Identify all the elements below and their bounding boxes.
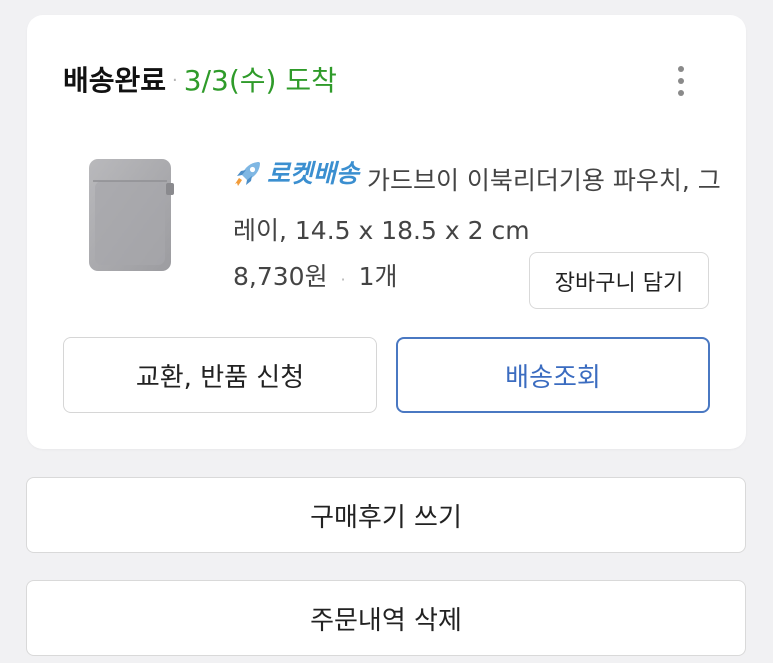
more-vertical-icon[interactable] <box>667 61 695 101</box>
status-separator: · <box>172 70 178 91</box>
product-thumbnail[interactable] <box>79 153 179 273</box>
rocket-delivery-label: 로켓배송 <box>267 159 360 188</box>
product-title[interactable]: 로켓배송 가드브이 이북리더기용 파우치, 그레이, 14.5 x 18.5 x… <box>233 149 723 256</box>
rocket-delivery-badge: 로켓배송 <box>233 149 359 199</box>
product-quantity: 1개 <box>358 262 398 291</box>
price-quantity: 8,730원 · 1개 <box>233 259 397 298</box>
arrival-date: 3/3(수) 도착 <box>183 64 337 97</box>
exchange-return-button[interactable]: 교환, 반품 신청 <box>63 337 377 413</box>
product-price: 8,730원 <box>233 262 328 291</box>
price-separator: · <box>340 270 346 289</box>
write-review-button[interactable]: 구매후기 쓰기 <box>26 477 746 553</box>
delivery-status-label: 배송완료 <box>63 64 167 97</box>
delete-order-button[interactable]: 주문내역 삭제 <box>26 580 746 656</box>
rocket-icon <box>235 162 260 186</box>
add-to-cart-button[interactable]: 장바구니 담기 <box>529 252 709 309</box>
track-delivery-button[interactable]: 배송조회 <box>396 337 710 413</box>
delivery-status: 배송완료 · 3/3(수) 도착 <box>63 63 337 99</box>
order-card: 배송완료 · 3/3(수) 도착 로켓배송 가드브이 이북리더기용 파우치, 그… <box>27 15 746 449</box>
